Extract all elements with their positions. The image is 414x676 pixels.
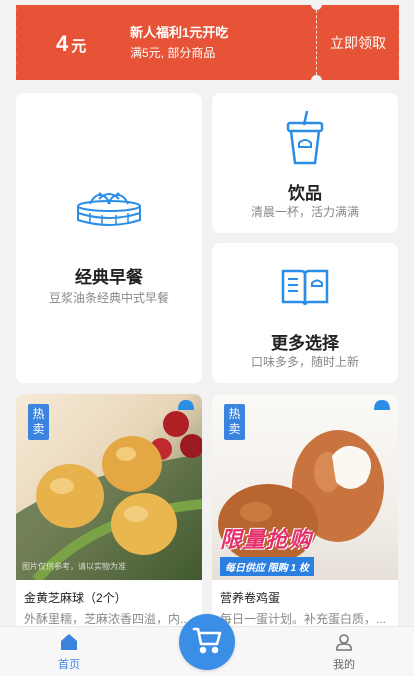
user-icon	[335, 634, 353, 654]
product-card-egg[interactable]: 限量抢购 每日供应 限购 1 枚 热卖 营养卷鸡蛋 每日一蛋计划。补充蛋白质，.…	[212, 394, 398, 644]
brand-logo-icon	[372, 398, 392, 419]
category-desc: 口味多多，随时上新	[250, 355, 359, 369]
category-name: 经典早餐	[75, 268, 143, 287]
category-card-breakfast[interactable]: 经典早餐 豆浆油条经典中式早餐	[16, 93, 202, 383]
coupon-title: 新人福利1元开吃	[130, 25, 229, 40]
coupon-edge-right	[396, 5, 402, 80]
image-watermark: 图片仅供参考，请以实物为准	[22, 562, 126, 571]
product-name: 营养卷鸡蛋	[220, 591, 281, 605]
product-card-sesame-balls[interactable]: 图片仅供参考，请以实物为准 热卖 金黄芝麻球（2个） 外酥里糯，芝麻浓香四溢，内…	[16, 394, 202, 644]
cart-icon	[192, 626, 222, 659]
category-desc: 清晨一杯，活力满满	[250, 205, 359, 219]
tab-mine-label: 我的	[333, 659, 355, 671]
promo-title: 限量抢购	[220, 527, 313, 552]
promo-label: 限量抢购 每日供应 限购 1 枚	[220, 522, 314, 576]
home-icon	[60, 634, 78, 654]
coupon-amount-value: 4	[56, 31, 69, 56]
product-name: 金黄芝麻球（2个）	[24, 591, 127, 605]
tab-home-label: 首页	[58, 659, 80, 671]
product-desc: 外酥里糯，芝麻浓香四溢，内...	[24, 612, 191, 626]
tab-mine[interactable]: 我的	[314, 633, 374, 672]
page: 4元 新人福利1元开吃 满5元, 部分商品 立即领取 经典早餐 豆浆油条经典中式…	[0, 0, 414, 676]
category-desc: 豆浆油条经典中式早餐	[48, 291, 169, 305]
open-book-icon	[281, 267, 329, 312]
brand-logo-icon	[176, 398, 196, 419]
coupon-divider	[311, 0, 322, 86]
coupon-edge-left	[13, 5, 19, 80]
coupon-amount: 4元	[56, 31, 86, 57]
category-card-drinks[interactable]: 饮品 清晨一杯，活力满满	[212, 93, 398, 233]
hot-badge: 热卖	[28, 404, 49, 440]
coupon-subtitle: 满5元, 部分商品	[130, 46, 216, 60]
cart-button[interactable]	[179, 614, 235, 670]
claim-coupon-button[interactable]: 立即领取	[330, 33, 386, 53]
promo-subtitle: 每日供应 限购 1 枚	[220, 557, 314, 576]
coupon-banner[interactable]: 4元 新人福利1元开吃 满5元, 部分商品 立即领取	[13, 0, 402, 86]
tab-home[interactable]: 首页	[39, 633, 99, 672]
hot-badge: 热卖	[224, 404, 245, 440]
category-name: 饮品	[288, 184, 322, 203]
coupon-amount-unit: 元	[71, 38, 87, 55]
category-name: 更多选择	[271, 334, 339, 353]
steamed-buns-icon	[76, 189, 142, 236]
product-desc: 每日一蛋计划。补充蛋白质，...	[220, 612, 387, 626]
category-card-more[interactable]: 更多选择 口味多多，随时上新	[212, 243, 398, 383]
drink-cup-icon	[285, 109, 325, 172]
